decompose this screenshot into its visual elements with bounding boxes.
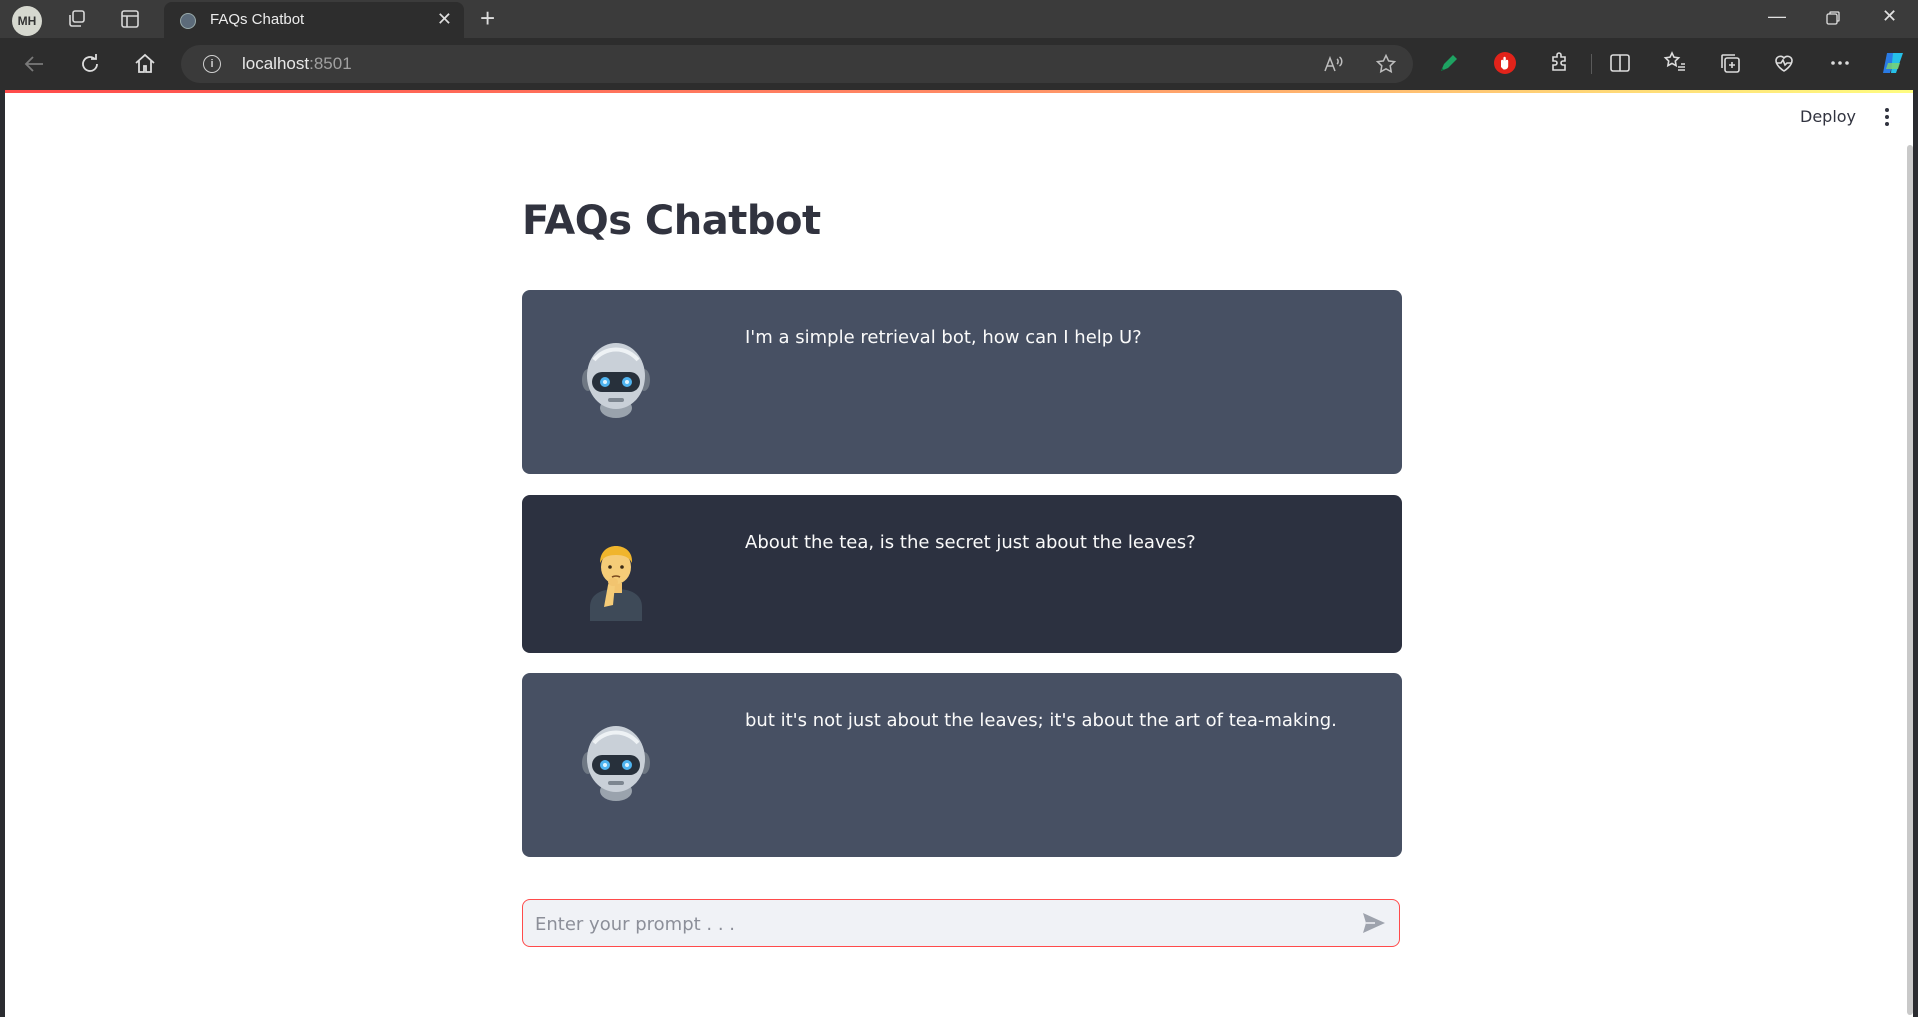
pen-extension-icon[interactable] bbox=[1436, 50, 1462, 76]
close-window-icon[interactable]: ✕ bbox=[1882, 6, 1897, 27]
extensions-puzzle-icon[interactable] bbox=[1547, 50, 1573, 76]
address-bar[interactable]: i localhost:8501 bbox=[181, 45, 1413, 83]
streamlit-page: Deploy FAQs Chatbot I'm a simple retriev… bbox=[5, 90, 1913, 1017]
streamlit-favicon-icon bbox=[180, 13, 196, 29]
thinking-person-icon bbox=[590, 546, 642, 621]
favorite-star-icon[interactable] bbox=[1375, 53, 1397, 75]
message-text: but it's not just about the leaves; it's… bbox=[745, 710, 1337, 731]
home-icon[interactable] bbox=[132, 51, 158, 77]
message-text: I'm a simple retrieval bot, how can I he… bbox=[745, 327, 1142, 348]
toolbar-divider bbox=[1591, 54, 1592, 74]
workspaces-icon[interactable] bbox=[66, 8, 88, 30]
url-text[interactable]: localhost:8501 bbox=[242, 54, 352, 74]
more-options-icon[interactable] bbox=[1827, 50, 1853, 76]
browser-tab-strip: MH FAQs Chatbot ✕ + — ✕ bbox=[0, 0, 1918, 38]
split-screen-icon[interactable] bbox=[1607, 50, 1633, 76]
profile-avatar[interactable]: MH bbox=[12, 6, 42, 36]
favorites-icon[interactable] bbox=[1662, 50, 1688, 76]
chat-message-assistant: but it's not just about the leaves; it's… bbox=[522, 673, 1402, 857]
send-icon[interactable] bbox=[1361, 911, 1387, 935]
minimize-icon[interactable]: — bbox=[1768, 6, 1786, 27]
new-tab-icon[interactable]: + bbox=[480, 3, 495, 34]
page-title: FAQs Chatbot bbox=[522, 198, 821, 244]
collections-icon[interactable] bbox=[1717, 50, 1743, 76]
chat-message-assistant: I'm a simple retrieval bot, how can I he… bbox=[522, 290, 1402, 474]
active-tab[interactable]: FAQs Chatbot ✕ bbox=[164, 2, 464, 38]
refresh-icon[interactable] bbox=[77, 51, 103, 77]
chat-input-container bbox=[522, 899, 1400, 948]
restore-icon[interactable] bbox=[1825, 10, 1841, 26]
adblock-extension-icon[interactable] bbox=[1492, 50, 1518, 76]
main-menu-icon[interactable] bbox=[1885, 108, 1891, 128]
site-info-icon[interactable]: i bbox=[203, 55, 221, 73]
chat-message-user: About the tea, is the secret just about … bbox=[522, 495, 1402, 653]
tab-actions-icon[interactable] bbox=[119, 8, 141, 30]
close-tab-icon[interactable]: ✕ bbox=[437, 9, 452, 30]
robot-icon bbox=[582, 726, 650, 801]
read-aloud-icon[interactable] bbox=[1322, 53, 1344, 75]
header-decoration bbox=[5, 90, 1913, 93]
prompt-input[interactable] bbox=[533, 900, 1337, 948]
tab-title: FAQs Chatbot bbox=[210, 11, 305, 28]
robot-icon bbox=[582, 343, 650, 418]
back-icon[interactable] bbox=[22, 51, 48, 77]
message-text: About the tea, is the secret just about … bbox=[745, 532, 1196, 553]
copilot-icon[interactable] bbox=[1879, 49, 1907, 77]
browser-toolbar: i localhost:8501 bbox=[0, 38, 1918, 90]
page-scrollbar[interactable] bbox=[1907, 145, 1913, 1015]
deploy-button[interactable]: Deploy bbox=[1800, 107, 1856, 126]
browser-essentials-icon[interactable] bbox=[1771, 50, 1797, 76]
